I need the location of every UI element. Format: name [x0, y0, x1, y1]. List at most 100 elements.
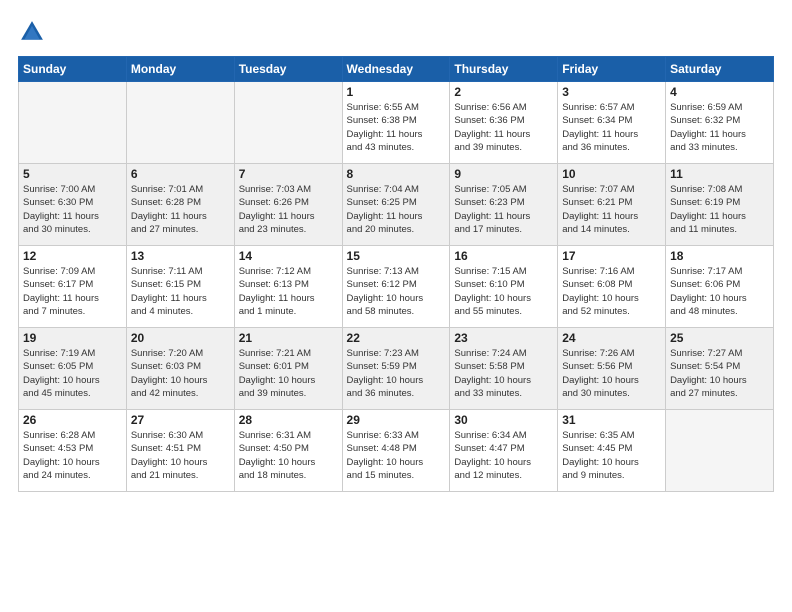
day-number: 5 — [23, 167, 122, 181]
day-info: Sunrise: 7:00 AM Sunset: 6:30 PM Dayligh… — [23, 183, 122, 236]
day-info: Sunrise: 6:30 AM Sunset: 4:51 PM Dayligh… — [131, 429, 230, 482]
day-number: 11 — [670, 167, 769, 181]
calendar-week-1: 1 Sunrise: 6:55 AM Sunset: 6:38 PM Daylig… — [19, 82, 774, 164]
day-number: 9 — [454, 167, 553, 181]
calendar-cell — [234, 82, 342, 164]
day-number: 24 — [562, 331, 661, 345]
day-info: Sunrise: 7:27 AM Sunset: 5:54 PM Dayligh… — [670, 347, 769, 400]
day-number: 28 — [239, 413, 338, 427]
day-info: Sunrise: 7:09 AM Sunset: 6:17 PM Dayligh… — [23, 265, 122, 318]
day-info: Sunrise: 7:15 AM Sunset: 6:10 PM Dayligh… — [454, 265, 553, 318]
day-number: 2 — [454, 85, 553, 99]
calendar-cell: 1 Sunrise: 6:55 AM Sunset: 6:38 PM Daylig… — [342, 82, 450, 164]
weekday-row: SundayMondayTuesdayWednesdayThursdayFrid… — [19, 57, 774, 82]
calendar-body: 1 Sunrise: 6:55 AM Sunset: 6:38 PM Daylig… — [19, 82, 774, 492]
day-info: Sunrise: 7:16 AM Sunset: 6:08 PM Dayligh… — [562, 265, 661, 318]
calendar-cell: 28 Sunrise: 6:31 AM Sunset: 4:50 PM Dayli… — [234, 410, 342, 492]
calendar-cell: 6 Sunrise: 7:01 AM Sunset: 6:28 PM Daylig… — [126, 164, 234, 246]
day-number: 17 — [562, 249, 661, 263]
day-number: 15 — [347, 249, 446, 263]
day-info: Sunrise: 6:56 AM Sunset: 6:36 PM Dayligh… — [454, 101, 553, 154]
calendar-cell: 20 Sunrise: 7:20 AM Sunset: 6:03 PM Dayli… — [126, 328, 234, 410]
weekday-header-friday: Friday — [558, 57, 666, 82]
day-number: 18 — [670, 249, 769, 263]
day-number: 14 — [239, 249, 338, 263]
day-number: 3 — [562, 85, 661, 99]
day-info: Sunrise: 7:01 AM Sunset: 6:28 PM Dayligh… — [131, 183, 230, 236]
day-number: 30 — [454, 413, 553, 427]
day-number: 26 — [23, 413, 122, 427]
calendar-cell: 31 Sunrise: 6:35 AM Sunset: 4:45 PM Dayli… — [558, 410, 666, 492]
day-info: Sunrise: 7:04 AM Sunset: 6:25 PM Dayligh… — [347, 183, 446, 236]
weekday-header-wednesday: Wednesday — [342, 57, 450, 82]
day-number: 23 — [454, 331, 553, 345]
day-info: Sunrise: 7:17 AM Sunset: 6:06 PM Dayligh… — [670, 265, 769, 318]
day-info: Sunrise: 6:33 AM Sunset: 4:48 PM Dayligh… — [347, 429, 446, 482]
day-info: Sunrise: 7:13 AM Sunset: 6:12 PM Dayligh… — [347, 265, 446, 318]
day-info: Sunrise: 7:19 AM Sunset: 6:05 PM Dayligh… — [23, 347, 122, 400]
calendar-cell — [666, 410, 774, 492]
calendar-week-2: 5 Sunrise: 7:00 AM Sunset: 6:30 PM Daylig… — [19, 164, 774, 246]
calendar-cell: 3Sunrise: 6:57 AM Sunset: 6:34 PM Daylig… — [558, 82, 666, 164]
day-number: 19 — [23, 331, 122, 345]
weekday-header-monday: Monday — [126, 57, 234, 82]
day-info: Sunrise: 6:55 AM Sunset: 6:38 PM Dayligh… — [347, 101, 446, 154]
day-number: 10 — [562, 167, 661, 181]
calendar: SundayMondayTuesdayWednesdayThursdayFrid… — [18, 56, 774, 492]
weekday-header-tuesday: Tuesday — [234, 57, 342, 82]
calendar-cell: 26Sunrise: 6:28 AM Sunset: 4:53 PM Dayli… — [19, 410, 127, 492]
day-number: 29 — [347, 413, 446, 427]
day-number: 6 — [131, 167, 230, 181]
calendar-cell: 11 Sunrise: 7:08 AM Sunset: 6:19 PM Dayli… — [666, 164, 774, 246]
calendar-cell: 10 Sunrise: 7:07 AM Sunset: 6:21 PM Dayli… — [558, 164, 666, 246]
calendar-cell: 30Sunrise: 6:34 AM Sunset: 4:47 PM Dayli… — [450, 410, 558, 492]
day-number: 21 — [239, 331, 338, 345]
day-info: Sunrise: 6:31 AM Sunset: 4:50 PM Dayligh… — [239, 429, 338, 482]
calendar-cell: 19 Sunrise: 7:19 AM Sunset: 6:05 PM Dayli… — [19, 328, 127, 410]
day-info: Sunrise: 7:23 AM Sunset: 5:59 PM Dayligh… — [347, 347, 446, 400]
day-number: 31 — [562, 413, 661, 427]
calendar-cell: 21 Sunrise: 7:21 AM Sunset: 6:01 PM Dayli… — [234, 328, 342, 410]
day-number: 16 — [454, 249, 553, 263]
calendar-cell: 2 Sunrise: 6:56 AM Sunset: 6:36 PM Daylig… — [450, 82, 558, 164]
weekday-header-thursday: Thursday — [450, 57, 558, 82]
day-info: Sunrise: 6:35 AM Sunset: 4:45 PM Dayligh… — [562, 429, 661, 482]
day-number: 22 — [347, 331, 446, 345]
calendar-week-3: 12 Sunrise: 7:09 AM Sunset: 6:17 PM Dayli… — [19, 246, 774, 328]
day-info: Sunrise: 6:59 AM Sunset: 6:32 PM Dayligh… — [670, 101, 769, 154]
day-number: 20 — [131, 331, 230, 345]
logo-icon — [18, 18, 46, 46]
day-info: Sunrise: 7:20 AM Sunset: 6:03 PM Dayligh… — [131, 347, 230, 400]
weekday-header-sunday: Sunday — [19, 57, 127, 82]
calendar-week-4: 19 Sunrise: 7:19 AM Sunset: 6:05 PM Dayli… — [19, 328, 774, 410]
day-number: 7 — [239, 167, 338, 181]
day-info: Sunrise: 7:24 AM Sunset: 5:58 PM Dayligh… — [454, 347, 553, 400]
calendar-cell: 18 Sunrise: 7:17 AM Sunset: 6:06 PM Dayli… — [666, 246, 774, 328]
calendar-header: SundayMondayTuesdayWednesdayThursdayFrid… — [19, 57, 774, 82]
day-info: Sunrise: 7:07 AM Sunset: 6:21 PM Dayligh… — [562, 183, 661, 236]
day-info: Sunrise: 7:05 AM Sunset: 6:23 PM Dayligh… — [454, 183, 553, 236]
day-info: Sunrise: 7:12 AM Sunset: 6:13 PM Dayligh… — [239, 265, 338, 318]
calendar-cell: 4Sunrise: 6:59 AM Sunset: 6:32 PM Daylig… — [666, 82, 774, 164]
day-info: Sunrise: 7:21 AM Sunset: 6:01 PM Dayligh… — [239, 347, 338, 400]
calendar-cell: 12 Sunrise: 7:09 AM Sunset: 6:17 PM Dayli… — [19, 246, 127, 328]
calendar-week-5: 26Sunrise: 6:28 AM Sunset: 4:53 PM Dayli… — [19, 410, 774, 492]
day-info: Sunrise: 7:08 AM Sunset: 6:19 PM Dayligh… — [670, 183, 769, 236]
day-info: Sunrise: 7:11 AM Sunset: 6:15 PM Dayligh… — [131, 265, 230, 318]
calendar-cell: 27Sunrise: 6:30 AM Sunset: 4:51 PM Dayli… — [126, 410, 234, 492]
day-number: 12 — [23, 249, 122, 263]
calendar-cell: 8Sunrise: 7:04 AM Sunset: 6:25 PM Daylig… — [342, 164, 450, 246]
calendar-cell: 17 Sunrise: 7:16 AM Sunset: 6:08 PM Dayli… — [558, 246, 666, 328]
weekday-header-saturday: Saturday — [666, 57, 774, 82]
calendar-cell: 5 Sunrise: 7:00 AM Sunset: 6:30 PM Daylig… — [19, 164, 127, 246]
calendar-cell: 22 Sunrise: 7:23 AM Sunset: 5:59 PM Dayli… — [342, 328, 450, 410]
day-number: 1 — [347, 85, 446, 99]
page: SundayMondayTuesdayWednesdayThursdayFrid… — [0, 0, 792, 502]
day-number: 25 — [670, 331, 769, 345]
calendar-cell: 29 Sunrise: 6:33 AM Sunset: 4:48 PM Dayli… — [342, 410, 450, 492]
day-number: 13 — [131, 249, 230, 263]
calendar-cell: 7 Sunrise: 7:03 AM Sunset: 6:26 PM Daylig… — [234, 164, 342, 246]
day-info: Sunrise: 7:03 AM Sunset: 6:26 PM Dayligh… — [239, 183, 338, 236]
calendar-cell — [126, 82, 234, 164]
logo — [18, 18, 50, 46]
